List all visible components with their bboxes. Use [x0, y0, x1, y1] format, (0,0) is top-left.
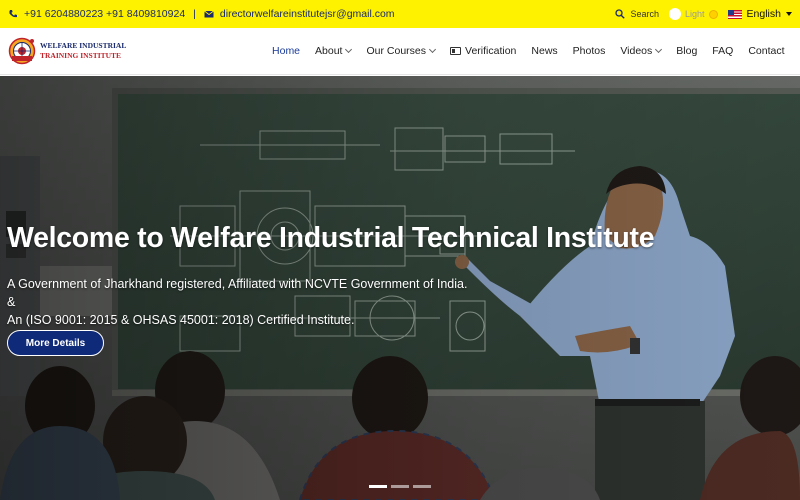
nav-item-faq[interactable]: FAQ: [705, 45, 741, 57]
envelope-icon: [204, 10, 214, 18]
carousel-dot-3[interactable]: [413, 485, 431, 488]
search-button[interactable]: Search: [615, 9, 659, 19]
email-address[interactable]: directorwelfareinstitutejsr@gmail.com: [220, 8, 395, 20]
theme-toggle[interactable]: Light: [669, 8, 718, 20]
site-logo[interactable]: WELFARE INDUSTRIAL TRAINING INSTITUTE: [8, 37, 126, 65]
carousel-dot-1[interactable]: [369, 485, 387, 488]
phone-numbers[interactable]: +91 6204880223 +91 8409810924: [24, 8, 185, 20]
nav-item-photos[interactable]: Photos: [565, 45, 613, 57]
nav-item-news[interactable]: News: [524, 45, 565, 57]
main-navbar: WELFARE INDUSTRIAL TRAINING INSTITUTE Ho…: [0, 28, 800, 75]
chevron-down-icon: [655, 45, 663, 54]
top-contact-bar: +91 6204880223 +91 8409810924 | director…: [0, 0, 800, 28]
language-selector[interactable]: English: [727, 8, 792, 20]
nav-item-about[interactable]: About: [308, 45, 359, 57]
toggle-knob: [669, 8, 682, 20]
hero-title: Welcome to Welfare Industrial Technical …: [7, 222, 655, 254]
phone-contact[interactable]: +91 6204880223 +91 8409810924: [8, 8, 185, 20]
institute-emblem-icon: [8, 37, 36, 65]
contact-separator: |: [193, 8, 196, 20]
id-card-icon: [450, 47, 462, 55]
email-contact[interactable]: directorwelfareinstitutejsr@gmail.com: [204, 8, 395, 20]
hero-subtitle-line-1: A Government of Jharkhand registered, Af…: [7, 277, 468, 309]
chevron-down-icon: [428, 45, 437, 54]
search-icon: [615, 9, 626, 19]
theme-label: Light: [685, 9, 705, 19]
nav-item-contact[interactable]: Contact: [741, 45, 792, 57]
chevron-down-icon: [345, 45, 353, 54]
us-flag-icon: [727, 9, 742, 19]
logo-line-2: TRAINING INSTITUTE: [40, 51, 122, 60]
hero-subtitle-line-2: An (ISO 9001: 2015 & OHSAS 45001: 2018) …: [7, 313, 355, 327]
phone-icon: [9, 10, 17, 18]
hero-subtitle: A Government of Jharkhand registered, Af…: [7, 275, 477, 329]
logo-line-1: WELFARE INDUSTRIAL: [40, 41, 127, 50]
carousel-dot-2[interactable]: [391, 485, 409, 488]
more-details-button[interactable]: More Details: [7, 330, 104, 356]
carousel-indicators: [369, 485, 431, 488]
nav-item-home[interactable]: Home: [265, 45, 308, 57]
nav-item-our-courses[interactable]: Our Courses: [359, 45, 443, 57]
nav-item-verification[interactable]: Verification: [443, 45, 524, 57]
language-label: English: [746, 8, 781, 20]
search-label: Search: [630, 9, 660, 19]
caret-down-icon: [786, 12, 792, 16]
nav-item-videos[interactable]: Videos: [613, 45, 669, 57]
sun-icon: [708, 9, 718, 19]
nav-item-blog[interactable]: Blog: [669, 45, 705, 57]
hero-banner: Welcome to Welfare Industrial Technical …: [0, 76, 800, 500]
nav-menu: Home About Our Courses Verification News…: [265, 45, 792, 57]
